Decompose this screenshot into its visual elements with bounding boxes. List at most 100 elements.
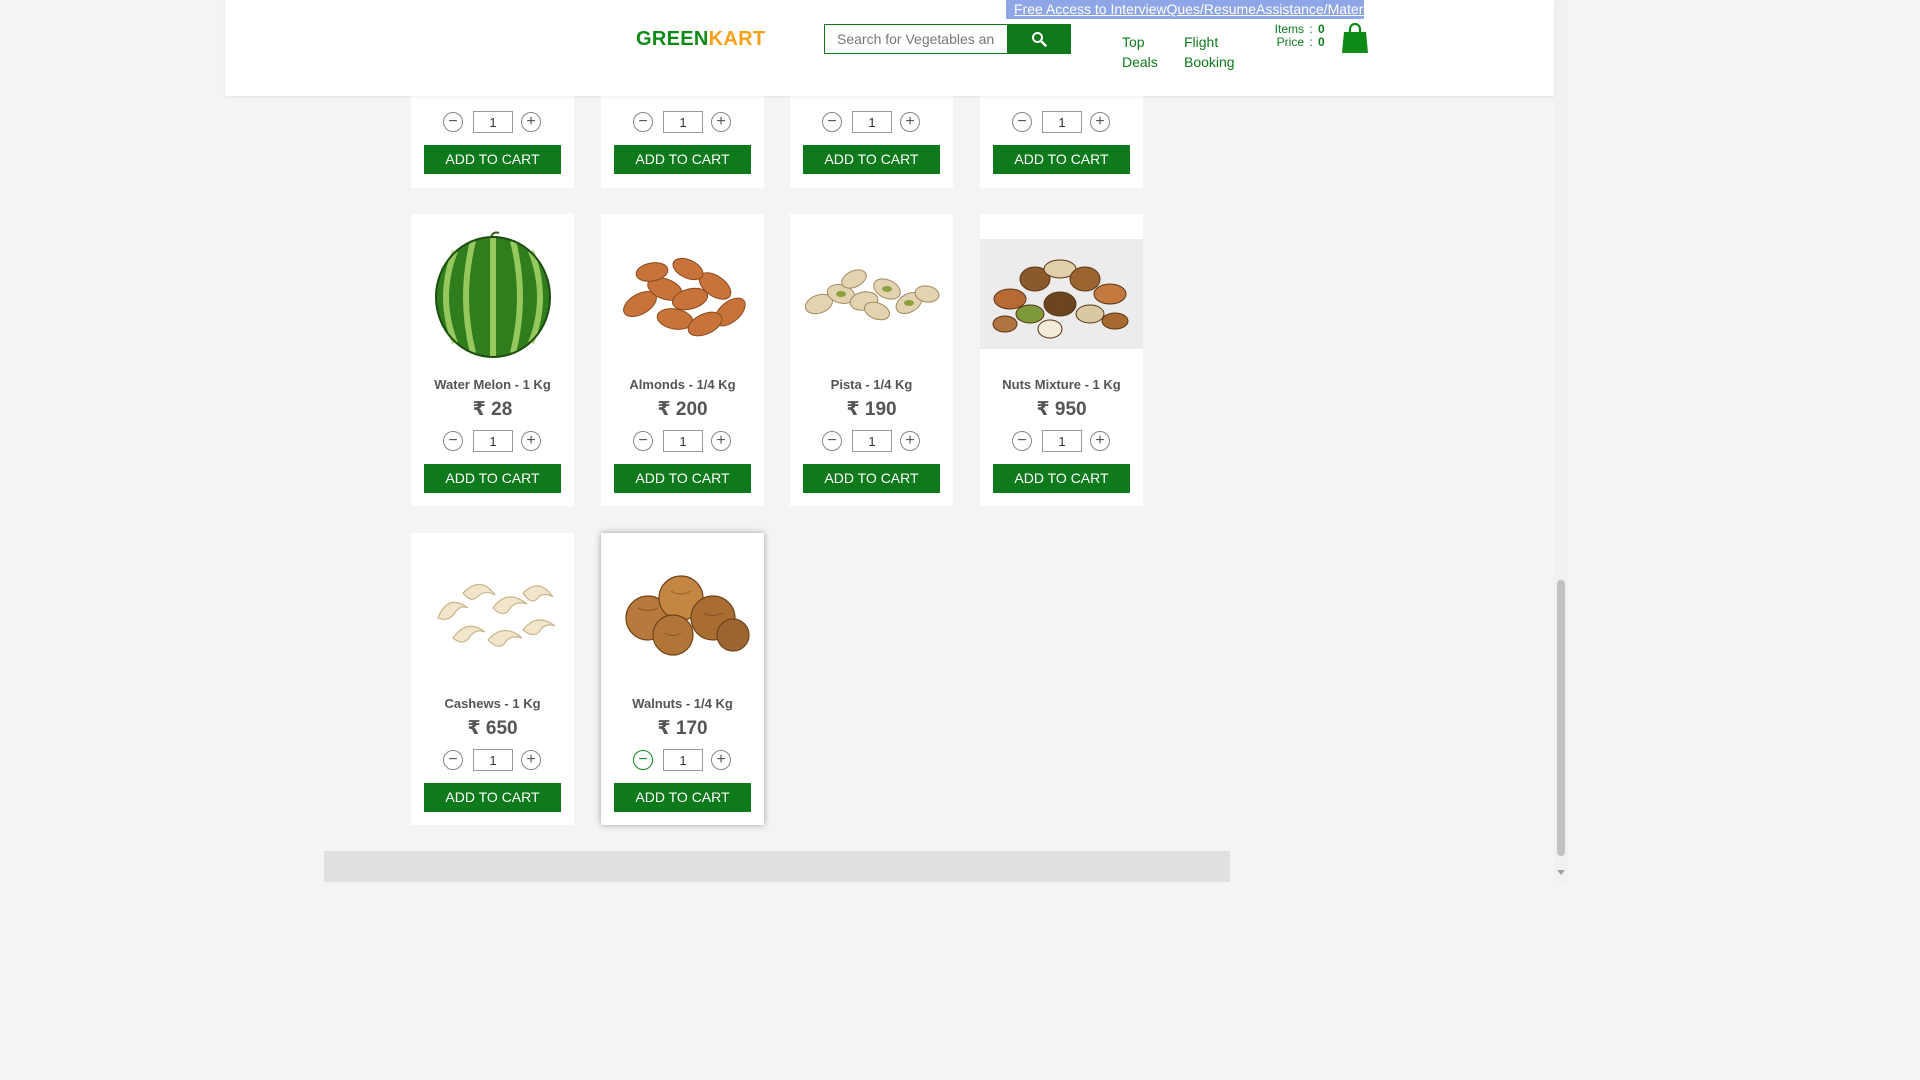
product-price: ₹ 650 <box>467 718 518 739</box>
cart-price-separator: : <box>1309 35 1313 49</box>
increment-button[interactable]: + <box>521 431 541 451</box>
nav-flight-booking-link[interactable]: Flight Booking <box>1184 32 1244 72</box>
decrement-button[interactable]: − <box>633 431 653 451</box>
quantity-input[interactable] <box>852 430 892 452</box>
quantity-stepper: − + <box>822 430 922 452</box>
watermelon-image <box>434 231 551 358</box>
increment-button[interactable]: + <box>900 112 920 132</box>
quantity-stepper: − + <box>633 111 733 133</box>
vertical-scrollbar[interactable] <box>1554 0 1568 882</box>
add-to-cart-button[interactable]: ADD TO CART <box>614 464 751 493</box>
nav-top-deals-line1: Top <box>1122 34 1145 50</box>
increment-button[interactable]: + <box>1090 112 1110 132</box>
cart-bag-icon[interactable] <box>1341 22 1369 59</box>
product-price: ₹ 190 <box>846 399 897 420</box>
logo-kart-text: KART <box>708 28 766 50</box>
product-image <box>601 214 764 374</box>
nav-flight-booking-line1: Flight <box>1184 34 1219 50</box>
product-card: Almonds - 1/4 Kg ₹ 200 − + ADD TO CART <box>601 214 764 506</box>
product-name: Cashews - 1 Kg <box>444 696 541 711</box>
greenkart-logo[interactable]: GREENKART <box>636 28 765 51</box>
cart-price-total: 0 <box>1318 35 1325 49</box>
cashews-image <box>436 583 555 647</box>
nav-flight-booking-line2: Booking <box>1184 54 1235 70</box>
product-name: Almonds - 1/4 Kg <box>629 377 736 392</box>
quantity-input[interactable] <box>473 111 513 133</box>
product-card: Water Melon - 1 Kg ₹ 28 − + ADD TO CART <box>411 214 574 506</box>
increment-button[interactable]: + <box>711 112 731 132</box>
scrollbar-thumb[interactable] <box>1557 580 1565 856</box>
decrement-button[interactable]: − <box>1012 112 1032 132</box>
product-name: Nuts Mixture - 1 Kg <box>1002 377 1121 392</box>
add-to-cart-button[interactable]: ADD TO CART <box>993 464 1130 493</box>
add-to-cart-button[interactable]: ADD TO CART <box>424 783 561 812</box>
quantity-input[interactable] <box>1042 430 1082 452</box>
cart-summary: Items : 0 Price : 0 <box>1255 23 1325 49</box>
increment-button[interactable]: + <box>521 112 541 132</box>
search-input[interactable] <box>824 24 1007 54</box>
scroll-down-arrow-icon[interactable] <box>1557 870 1565 875</box>
quantity-input[interactable] <box>663 111 703 133</box>
decrement-button[interactable]: − <box>1012 431 1032 451</box>
walnuts-image <box>624 575 750 656</box>
product-image <box>790 214 953 374</box>
quantity-input[interactable] <box>852 111 892 133</box>
add-to-cart-button[interactable]: ADD TO CART <box>614 145 751 174</box>
quantity-stepper: − + <box>822 111 922 133</box>
product-name: Water Melon - 1 Kg <box>434 377 551 392</box>
quantity-stepper: − + <box>1012 111 1112 133</box>
add-to-cart-button[interactable]: ADD TO CART <box>424 464 561 493</box>
product-price: ₹ 200 <box>657 399 708 420</box>
decrement-button[interactable]: − <box>633 112 653 132</box>
quantity-input[interactable] <box>663 749 703 771</box>
decrement-button[interactable]: − <box>443 431 463 451</box>
increment-button[interactable]: + <box>711 750 731 770</box>
product-image <box>980 214 1143 374</box>
quantity-input[interactable] <box>1042 111 1082 133</box>
add-to-cart-button[interactable]: ADD TO CART <box>803 145 940 174</box>
product-price: ₹ 28 <box>472 399 513 420</box>
product-card: Walnuts - 1/4 Kg ₹ 170 − + ADD TO CART <box>601 533 764 825</box>
add-to-cart-button[interactable]: ADD TO CART <box>614 783 751 812</box>
product-image <box>411 214 574 374</box>
add-to-cart-button[interactable]: ADD TO CART <box>803 464 940 493</box>
increment-button[interactable]: + <box>900 431 920 451</box>
product-card: Cashews - 1 Kg ₹ 650 − + ADD TO CART <box>411 533 574 825</box>
search-button[interactable] <box>1007 24 1071 54</box>
product-card: Nuts Mixture - 1 Kg ₹ 950 − + ADD TO CAR… <box>980 214 1143 506</box>
decrement-button[interactable]: − <box>633 750 653 770</box>
decrement-button[interactable]: − <box>822 112 842 132</box>
increment-button[interactable]: + <box>1090 431 1110 451</box>
decrement-button[interactable]: − <box>443 750 463 770</box>
quantity-stepper: − + <box>443 430 543 452</box>
nav-top-deals-link[interactable]: Top Deals <box>1122 32 1182 72</box>
decrement-button[interactable]: − <box>822 431 842 451</box>
page-footer <box>324 851 1230 882</box>
quantity-stepper: − + <box>443 111 543 133</box>
product-name: Walnuts - 1/4 Kg <box>632 696 733 711</box>
pistachios-image <box>804 269 940 321</box>
increment-button[interactable]: + <box>711 431 731 451</box>
cart-price-label: Price <box>1276 35 1304 49</box>
quantity-stepper: − + <box>633 430 733 452</box>
nuts-mixture-image <box>980 239 1143 349</box>
decrement-button[interactable]: − <box>443 112 463 132</box>
search-icon <box>1032 32 1047 47</box>
product-price: ₹ 170 <box>657 718 708 739</box>
product-name: Pista - 1/4 Kg <box>830 377 913 392</box>
product-card: Pista - 1/4 Kg ₹ 190 − + ADD TO CART <box>790 214 953 506</box>
almonds-image <box>623 257 746 337</box>
quantity-input[interactable] <box>663 430 703 452</box>
increment-button[interactable]: + <box>521 750 541 770</box>
free-access-banner-link[interactable]: Free Access to InterviewQues/ResumeAssis… <box>1006 0 1377 19</box>
quantity-stepper: − + <box>633 749 733 771</box>
quantity-input[interactable] <box>473 749 513 771</box>
add-to-cart-button[interactable]: ADD TO CART <box>993 145 1130 174</box>
quantity-stepper: − + <box>443 749 543 771</box>
quantity-input[interactable] <box>473 430 513 452</box>
quantity-stepper: − + <box>1012 430 1112 452</box>
logo-green-text: GREEN <box>636 28 709 50</box>
search-bar <box>824 24 1071 54</box>
add-to-cart-button[interactable]: ADD TO CART <box>424 145 561 174</box>
product-image <box>411 533 574 693</box>
